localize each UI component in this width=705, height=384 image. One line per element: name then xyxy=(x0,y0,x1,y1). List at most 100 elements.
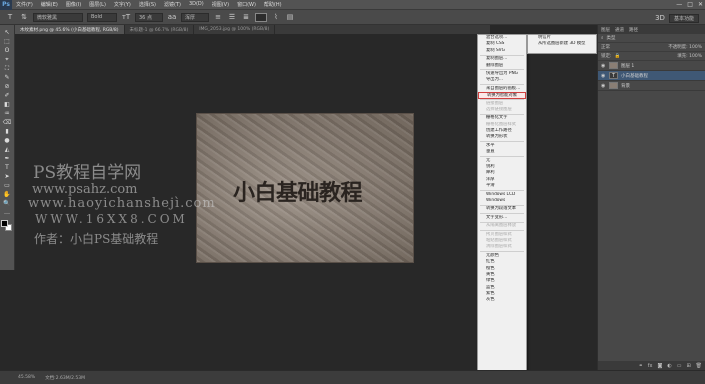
mask-icon[interactable]: ◙ xyxy=(657,363,662,369)
lock-icon[interactable]: 🔒 xyxy=(615,54,621,59)
tool-14-icon[interactable]: ✒ xyxy=(1,155,13,163)
tab-paths[interactable]: 路径 xyxy=(629,27,638,33)
character-panel-icon[interactable]: ▤ xyxy=(285,12,295,22)
folder-icon[interactable]: ▭ xyxy=(677,363,682,369)
menu-item-1[interactable]: 编辑(E) xyxy=(37,1,62,8)
eye-icon[interactable]: ◉ xyxy=(601,83,606,89)
trash-icon[interactable]: 🗑 xyxy=(696,363,702,369)
context-menu-item[interactable]: 文字变形... xyxy=(478,215,526,221)
menu-item-4[interactable]: 文字(Y) xyxy=(110,1,135,8)
menu-item-9[interactable]: 窗口(W) xyxy=(233,1,260,8)
tool-13-icon[interactable]: ◭ xyxy=(1,146,13,154)
menu-item-10[interactable]: 帮助(H) xyxy=(260,1,286,8)
layer-filter-select[interactable]: 类型 xyxy=(607,35,616,41)
submenu-item-new-3d-model[interactable]: 从所选图层新建 3D 模型 xyxy=(528,41,596,47)
align-center-icon[interactable]: ☰ xyxy=(227,12,237,22)
menu-item-5[interactable]: 选择(S) xyxy=(135,1,160,8)
workspace-select[interactable]: 基本功能 xyxy=(668,13,699,23)
tool-7-icon[interactable]: ✐ xyxy=(1,92,13,100)
3d-icon[interactable]: 3D xyxy=(655,13,665,23)
font-size-select[interactable]: 36 点 xyxy=(135,12,163,22)
layer-row[interactable]: ◉ T 小白基础教程 xyxy=(598,71,705,81)
tool-8-icon[interactable]: ◧ xyxy=(1,101,13,109)
context-menu-item: 选择链接图层 xyxy=(486,106,512,112)
eye-icon[interactable]: ◉ xyxy=(601,73,606,79)
context-menu-item[interactable]: 垂直 xyxy=(478,149,526,155)
status-bar: 45.58% 文档:2.63M/2.53M xyxy=(0,370,705,384)
tab-document-3[interactable]: IMG_2053.jpg @ 100% (RGB/8) xyxy=(194,25,276,34)
context-menu-item[interactable]: 复制 SVG xyxy=(478,48,526,54)
canvas-text-layer[interactable]: 小白基础教程 xyxy=(233,175,363,207)
watermark-line-4: WWW.16XX8.COM xyxy=(35,212,188,226)
menu-item-7[interactable]: 3D(D) xyxy=(185,1,208,8)
link-icon[interactable]: ⚭ xyxy=(639,363,643,369)
lock-label: 锁定: xyxy=(601,54,612,59)
tool-0-icon[interactable]: ↖ xyxy=(1,29,13,37)
menu-item-2[interactable]: 图像(I) xyxy=(62,1,85,8)
text-layer-thumb-icon: T xyxy=(609,72,618,79)
warp-text-icon[interactable]: ⌇ xyxy=(271,12,281,22)
tool-10-icon[interactable]: ⌫ xyxy=(1,119,13,127)
context-menu-item[interactable]: 删除图层 xyxy=(478,63,526,69)
color-swatches[interactable] xyxy=(1,220,13,232)
menu-item-0[interactable]: 文件(F) xyxy=(12,1,37,8)
tool-4-icon[interactable]: ⛶ xyxy=(1,65,13,73)
tool-5-icon[interactable]: ✎ xyxy=(1,74,13,82)
font-style-select[interactable]: Bold xyxy=(87,12,117,22)
context-menu-item[interactable]: 平滑 xyxy=(478,183,526,189)
layer-name: 小白基础教程 xyxy=(621,73,648,79)
tab-document-2[interactable]: 未标题-1 @ 66.7% (RGB/8) xyxy=(125,25,195,34)
menu-item-3[interactable]: 图层(L) xyxy=(85,1,110,8)
zoom-level[interactable]: 45.58% xyxy=(18,375,35,380)
align-right-icon[interactable]: ≣ xyxy=(241,12,251,22)
menu-item-6[interactable]: 滤镜(T) xyxy=(160,1,185,8)
tool-9-icon[interactable]: ♒ xyxy=(1,110,13,118)
fill-field[interactable]: 填充: 100% xyxy=(677,53,705,59)
close-button[interactable]: ✕ xyxy=(698,1,703,8)
new-layer-icon[interactable]: ⊞ xyxy=(686,363,690,369)
antialias-select[interactable]: 浑厚 xyxy=(181,12,209,22)
context-menu-item[interactable]: 转换为段落文本 xyxy=(478,206,526,212)
tool-18-icon[interactable]: ✋ xyxy=(1,191,13,199)
convert-to-smart-object-item[interactable]: 转换为智能对象 xyxy=(478,92,526,99)
type-tool-icon[interactable]: T xyxy=(5,12,15,22)
tab-channels[interactable]: 通道 xyxy=(615,27,624,33)
context-menu-item[interactable]: 来自图层的画板... xyxy=(478,86,526,92)
tool-11-icon[interactable]: ▮ xyxy=(1,128,13,136)
eye-icon[interactable]: ◉ xyxy=(601,63,606,69)
minimize-button[interactable]: — xyxy=(676,1,682,8)
tool-12-icon[interactable]: ● xyxy=(1,137,13,145)
tool-1-icon[interactable]: ⬚ xyxy=(1,38,13,46)
context-menu-item[interactable]: 灰色 xyxy=(478,297,526,303)
antialias-icon: aa xyxy=(167,13,177,21)
tool-6-icon[interactable]: ⊘ xyxy=(1,83,13,91)
text-color-swatch[interactable] xyxy=(255,12,267,22)
tool-3-icon[interactable]: ⌖ xyxy=(1,56,13,64)
align-left-icon[interactable]: ≡ xyxy=(213,12,223,22)
layer-row[interactable]: ◉ 背景 xyxy=(598,81,705,91)
tool-19-icon[interactable]: 🔍 xyxy=(1,200,13,208)
tab-document-1[interactable]: 木纹素材.png @ 45.6% (小白基础教程, RGB/8) xyxy=(15,25,125,34)
context-menu-item[interactable]: Windows xyxy=(478,198,526,204)
document-size: 文档:2.63M/2.53M xyxy=(45,375,86,381)
tool-16-icon[interactable]: ➤ xyxy=(1,173,13,181)
tool-20-icon[interactable]: … xyxy=(1,209,13,217)
font-family-select[interactable]: 微软雅黑 xyxy=(33,12,83,22)
context-menu-item[interactable]: 导出为... xyxy=(478,77,526,83)
blend-mode-select[interactable]: 正常 xyxy=(601,44,610,50)
maximize-button[interactable]: □ xyxy=(687,1,693,8)
layer-row[interactable]: ◉ 图层 1 xyxy=(598,61,705,71)
foreground-color[interactable] xyxy=(1,220,8,227)
tab-layers[interactable]: 图层 xyxy=(601,27,610,33)
tool-2-icon[interactable]: ʘ xyxy=(1,47,13,55)
adjustment-icon[interactable]: ◐ xyxy=(667,363,671,369)
menu-item-8[interactable]: 视图(V) xyxy=(208,1,233,8)
orientation-toggle-icon[interactable]: ⇅ xyxy=(19,12,29,22)
font-size-icon: ᴛT xyxy=(121,13,131,21)
tool-15-icon[interactable]: T xyxy=(1,164,13,172)
fx-icon[interactable]: fx xyxy=(648,363,653,369)
opacity-field[interactable]: 不透明度: 100% xyxy=(668,44,705,50)
tool-17-icon[interactable]: ▭ xyxy=(1,182,13,190)
layer-name: 背景 xyxy=(621,83,630,89)
context-menu-item[interactable]: 转换为形状 xyxy=(478,134,526,140)
